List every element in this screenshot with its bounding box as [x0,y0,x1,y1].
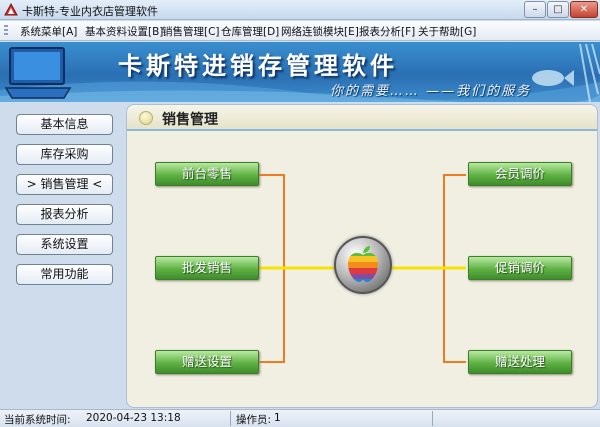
status-divider [432,411,433,426]
system-time-label: 当前系统时间: [4,414,71,426]
menu-sales[interactable]: 销售管理[C] [162,24,220,39]
retail-sale-button[interactable]: 前台零售 [155,162,259,186]
menu-basic-data[interactable]: 基本资料设置[B] [85,24,163,39]
menu-help[interactable]: 关于帮助[G] [418,24,476,39]
maximize-button[interactable]: □ [547,1,569,18]
laptop-icon [4,47,72,99]
banner-title: 卡斯特进销存管理软件 [118,51,398,80]
status-divider [230,411,231,426]
menu-system[interactable]: 系统菜单[A] [20,24,77,39]
member-price-adjust-button[interactable]: 会员调价 [468,162,572,186]
gift-processing-button[interactable]: 赠送处理 [468,350,572,374]
sidebar-item-basic-info[interactable]: 基本信息 [16,114,113,135]
sidebar-item-system-settings[interactable]: 系统设置 [16,234,113,255]
hub-apple-button[interactable] [334,236,392,294]
menu-grip-icon [4,25,8,37]
menu-network-chain[interactable]: 网络连锁模块[E] [281,24,359,39]
banner-slogan: 你的需要…… ——我们的服务 [330,84,532,99]
banner: 卡斯特进销存管理软件 你的需要…… ——我们的服务 [0,42,600,102]
wholesale-button[interactable]: 批发销售 [155,256,259,280]
operator-value: 1 [274,412,281,424]
menu-reports[interactable]: 报表分析[F] [359,24,415,39]
status-bar: 当前系统时间: 2020-04-23 13:18 操作员: 1 [0,409,600,427]
system-time-value: 2020-04-23 13:18 [86,412,181,424]
window-title: 卡斯特-专业内衣店管理软件 [22,5,158,18]
promotion-price-adjust-button[interactable]: 促销调价 [468,256,572,280]
menu-warehouse[interactable]: 仓库管理[D] [221,24,279,39]
gift-settings-button[interactable]: 赠送设置 [155,350,259,374]
operator-label: 操作员: [236,414,272,426]
sidebar-item-common-functions[interactable]: 常用功能 [16,264,113,285]
apple-logo-icon [348,246,378,282]
sidebar-item-inventory-purchase[interactable]: 库存采购 [16,144,113,165]
app-icon [4,3,18,16]
sidebar-item-report-analysis[interactable]: 报表分析 [16,204,113,225]
sidebar-item-sales-management[interactable]: > 销售管理 < [16,174,113,195]
decorative-fish-icon [532,44,600,102]
close-button[interactable]: ✕ [570,1,598,18]
sidebar: 基本信息 库存采购 > 销售管理 < 报表分析 系统设置 常用功能 [0,102,126,408]
title-bar: 卡斯特-专业内衣店管理软件 – □ ✕ [0,0,600,20]
menu-bar: 系统菜单[A] 基本资料设置[B] 销售管理[C] 仓库管理[D] 网络连锁模块… [0,21,600,41]
minimize-button[interactable]: – [524,1,546,18]
